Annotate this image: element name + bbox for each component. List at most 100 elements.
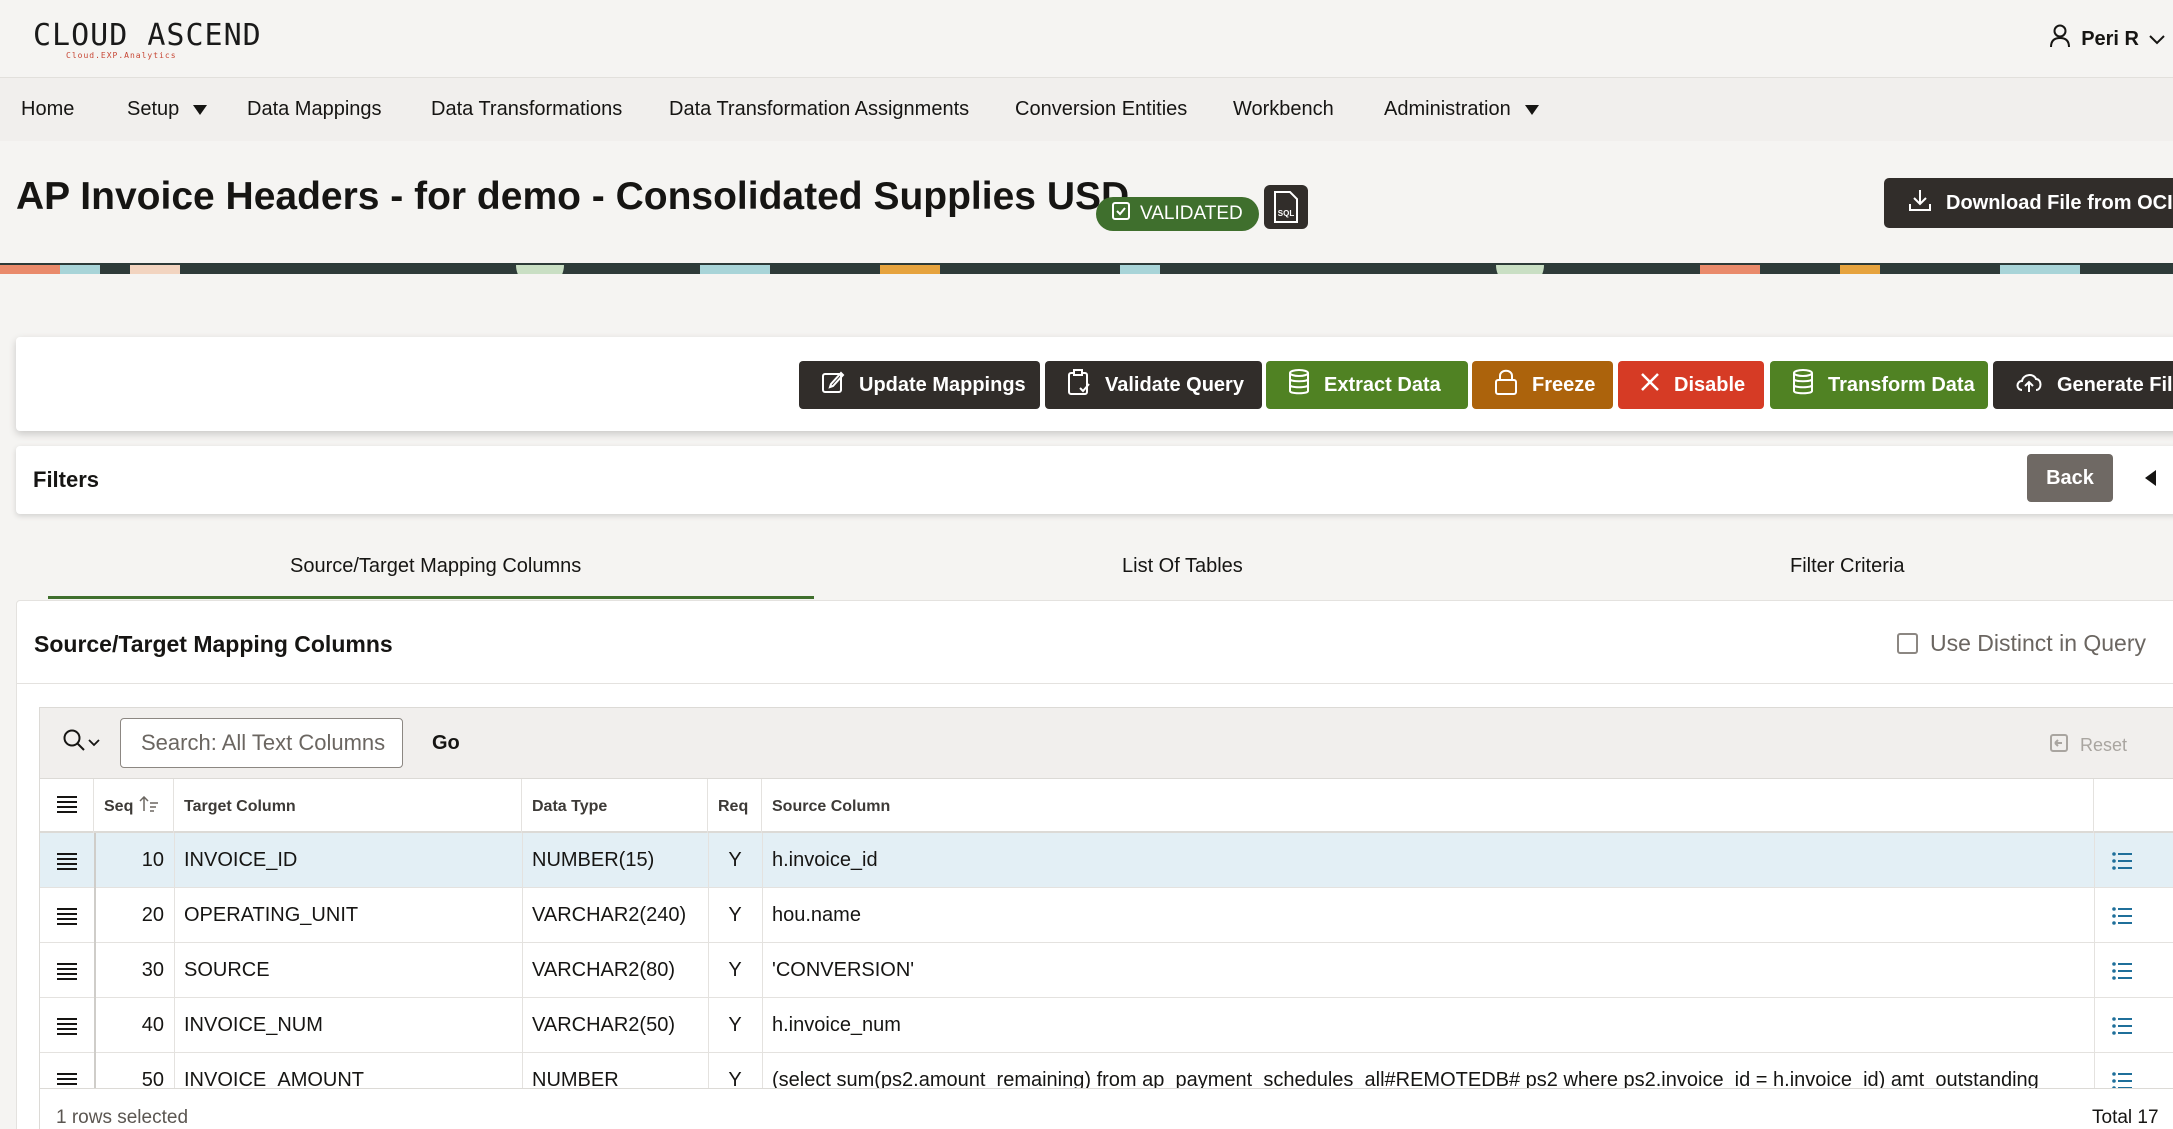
- tab-source-target-mapping-columns[interactable]: Source/Target Mapping Columns: [290, 555, 581, 578]
- button-label: Update Mappings: [859, 373, 1026, 396]
- button-label: Validate Query: [1105, 373, 1244, 396]
- edit-icon: [821, 370, 845, 400]
- nav-label: Data Transformation Assignments: [669, 98, 970, 120]
- cell-req: Y: [728, 959, 742, 981]
- nav-item-setup[interactable]: Setup: [127, 98, 208, 121]
- collapse-icon[interactable]: [2145, 470, 2156, 486]
- column-header-target-column[interactable]: Target Column: [174, 779, 522, 834]
- cloud-upload-icon: [2015, 370, 2043, 400]
- cell-source-column: 'CONVERSION': [772, 959, 915, 981]
- close-icon: [1640, 372, 1660, 398]
- user-name: Peri R: [2081, 27, 2139, 50]
- nav-item-data-transformation-assignments[interactable]: Data Transformation Assignments: [669, 98, 969, 121]
- row-actions-header[interactable]: [40, 779, 94, 834]
- table-row[interactable]: 50 INVOICE_AMOUNT NUMBER Y (select sum(p…: [40, 1053, 2173, 1088]
- cell-data-type: VARCHAR2(80): [532, 959, 675, 981]
- cell-req: Y: [728, 849, 742, 871]
- user-menu[interactable]: Peri R: [2049, 24, 2165, 54]
- column-header-seq[interactable]: Seq: [94, 779, 174, 834]
- button-label: Generate File: [2057, 373, 2173, 396]
- divider: [17, 683, 2173, 684]
- transform-data-button[interactable]: Transform Data: [1770, 361, 1988, 409]
- filters-region: Filters Back: [16, 446, 2173, 514]
- nav-label: Home: [21, 98, 75, 120]
- region-title: Source/Target Mapping Columns: [34, 631, 393, 657]
- table-row[interactable]: 20 OPERATING_UNIT VARCHAR2(240) Y hou.na…: [40, 888, 2173, 943]
- nav-item-data-transformations[interactable]: Data Transformations: [431, 98, 622, 121]
- column-header-data-type[interactable]: Data Type: [522, 779, 708, 834]
- nav-item-administration[interactable]: Administration: [1384, 98, 1539, 121]
- button-label: Disable: [1674, 373, 1746, 396]
- list-detail-icon[interactable]: [2094, 998, 2150, 1053]
- cell-seq: 40: [141, 1014, 164, 1036]
- go-button[interactable]: Go: [432, 732, 460, 755]
- row-menu-icon[interactable]: [40, 943, 94, 998]
- download-label: Download File from OCI: [1946, 191, 2173, 214]
- row-menu-icon[interactable]: [40, 1053, 94, 1088]
- checkbox-box[interactable]: [1897, 633, 1918, 654]
- database-icon: [1288, 369, 1310, 401]
- nav-item-conversion-entities[interactable]: Conversion Entities: [1015, 98, 1187, 121]
- cell-seq: 10: [141, 849, 164, 871]
- reset-button[interactable]: Reset: [2048, 732, 2127, 759]
- nav-label: Conversion Entities: [1015, 98, 1188, 120]
- generate-file-button[interactable]: Generate File: [1993, 361, 2173, 409]
- sql-file-icon: SQL: [1274, 191, 1298, 223]
- top-bar: CLOUD ASCEND Cloud.EXP.Analytics Peri R: [0, 0, 2173, 78]
- list-detail-icon[interactable]: [2094, 888, 2150, 943]
- nav-item-workbench[interactable]: Workbench: [1233, 98, 1334, 121]
- cell-source-column: hou.name: [772, 904, 861, 926]
- brand-logo[interactable]: CLOUD ASCEND Cloud.EXP.Analytics: [33, 18, 262, 60]
- caret-down-icon: [1524, 98, 1539, 121]
- list-detail-icon[interactable]: [2094, 1053, 2150, 1088]
- disable-button[interactable]: Disable: [1618, 361, 1764, 409]
- freeze-button[interactable]: Freeze: [1472, 361, 1613, 409]
- use-distinct-checkbox[interactable]: Use Distinct in Query: [1897, 630, 2146, 657]
- cell-seq: 20: [141, 904, 164, 926]
- checkbox-label: Use Distinct in Query: [1930, 630, 2147, 656]
- list-detail-icon[interactable]: [2094, 833, 2150, 888]
- list-detail-icon[interactable]: [2094, 943, 2150, 998]
- download-file-button[interactable]: Download File from OCI: [1884, 178, 2173, 228]
- page-header: AP Invoice Headers - for demo - Consolid…: [0, 141, 2173, 263]
- nav-label: Data Transformations: [431, 98, 623, 120]
- clipboard-check-icon: [1067, 369, 1091, 401]
- database-icon: [1792, 369, 1814, 401]
- chevron-down-icon: [2149, 28, 2165, 51]
- validate-query-button[interactable]: Validate Query: [1045, 361, 1262, 409]
- reset-label: Reset: [2080, 735, 2128, 755]
- extract-data-button[interactable]: Extract Data: [1266, 361, 1468, 409]
- brand-name: CLOUD ASCEND: [33, 18, 262, 53]
- main-nav: Home Setup Data Mappings Data Transforma…: [0, 78, 2173, 141]
- search-column-select[interactable]: [62, 728, 100, 757]
- selection-count: 1 rows selected: [56, 1107, 189, 1128]
- cell-source-column: h.invoice_id: [772, 849, 878, 871]
- cell-source-column: h.invoice_num: [772, 1014, 901, 1036]
- back-button[interactable]: Back: [2027, 454, 2113, 502]
- nav-item-home[interactable]: Home: [21, 98, 74, 121]
- view-sql-button[interactable]: SQL: [1264, 185, 1308, 229]
- table-row[interactable]: 10 INVOICE_ID NUMBER(15) Y h.invoice_id: [40, 833, 2173, 888]
- cell-data-type: VARCHAR2(50): [532, 1014, 675, 1036]
- tab-list-of-tables[interactable]: List Of Tables: [1122, 555, 1243, 578]
- caret-down-icon: [193, 98, 208, 121]
- update-mappings-button[interactable]: Update Mappings: [799, 361, 1040, 409]
- table-row[interactable]: 40 INVOICE_NUM VARCHAR2(50) Y h.invoice_…: [40, 998, 2173, 1053]
- row-menu-icon[interactable]: [40, 833, 94, 888]
- cell-data-type: VARCHAR2(240): [532, 904, 687, 926]
- tab-filter-criteria[interactable]: Filter Criteria: [1790, 555, 1904, 578]
- row-menu-icon[interactable]: [40, 888, 94, 943]
- search-input[interactable]: [120, 718, 403, 768]
- column-header-req[interactable]: Req: [708, 779, 762, 834]
- row-menu-icon[interactable]: [40, 998, 94, 1053]
- nav-item-data-mappings[interactable]: Data Mappings: [247, 98, 382, 121]
- active-tab-indicator: [48, 596, 814, 599]
- lock-icon: [1494, 369, 1518, 401]
- table-row[interactable]: 30 SOURCE VARCHAR2(80) Y 'CONVERSION': [40, 943, 2173, 998]
- column-header-source-column[interactable]: Source Column: [762, 779, 2094, 834]
- nav-label: Data Mappings: [247, 98, 382, 120]
- page-title: AP Invoice Headers - for demo - Consolid…: [16, 175, 1130, 218]
- cell-target-column: SOURCE: [184, 959, 270, 981]
- search-icon: [62, 728, 86, 757]
- nav-label: Workbench: [1233, 98, 1334, 120]
